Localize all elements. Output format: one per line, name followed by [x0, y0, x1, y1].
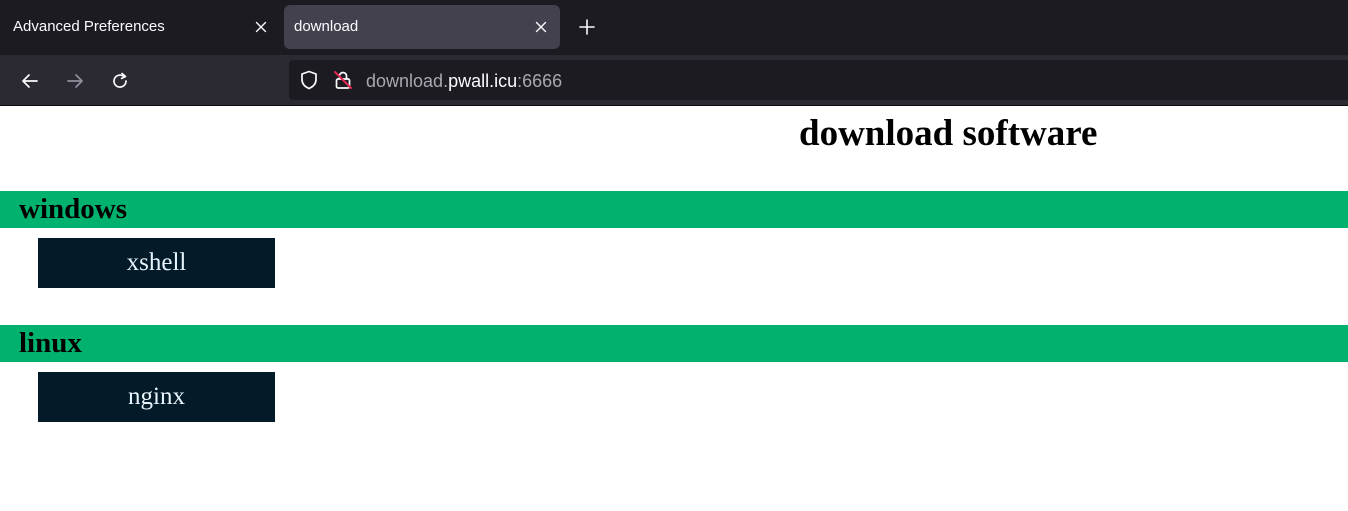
- url-bar[interactable]: download.pwall.icu:6666: [289, 60, 1348, 100]
- page-title: download software: [799, 113, 1098, 154]
- close-icon[interactable]: [250, 16, 272, 38]
- download-button-xshell[interactable]: xshell: [38, 238, 275, 288]
- url-port: :6666: [517, 71, 563, 91]
- section-bar-windows: windows: [0, 191, 1348, 228]
- url-prefix: download.: [366, 71, 449, 91]
- section-bar-linux: linux: [0, 325, 1348, 362]
- forward-arrow-icon[interactable]: [61, 67, 89, 95]
- section-heading-linux: linux: [19, 327, 82, 359]
- reload-icon[interactable]: [106, 67, 134, 95]
- tracking-protection-shield-icon[interactable]: [299, 70, 319, 90]
- tab-advanced-preferences[interactable]: Advanced Preferences: [0, 5, 280, 49]
- navigation-toolbar: download.pwall.icu:6666: [0, 55, 1348, 106]
- back-arrow-icon[interactable]: [16, 67, 44, 95]
- tab-title: download: [294, 18, 359, 35]
- page-content: download software windows xshell linux n…: [0, 106, 1348, 511]
- plus-icon[interactable]: [574, 14, 600, 40]
- close-icon[interactable]: [530, 16, 552, 38]
- url-host: pwall.icu: [448, 71, 518, 91]
- tab-download[interactable]: download: [284, 5, 560, 49]
- download-button-nginx[interactable]: nginx: [38, 372, 275, 422]
- tab-title: Advanced Preferences: [13, 18, 165, 35]
- insecure-lock-icon[interactable]: [333, 70, 353, 90]
- tab-strip: Advanced Preferences download: [0, 0, 1348, 55]
- section-heading-windows: windows: [19, 193, 127, 225]
- url-text[interactable]: download.pwall.icu:6666: [366, 71, 562, 92]
